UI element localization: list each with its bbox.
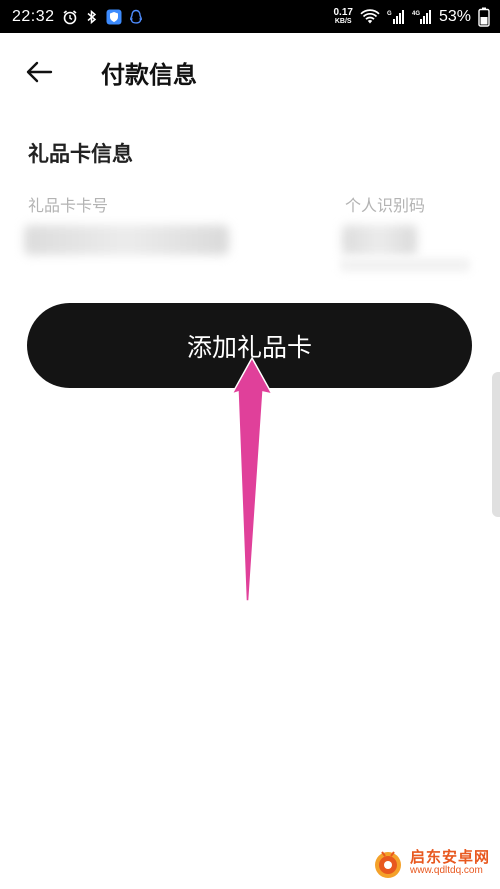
app-header: 付款信息 [0, 33, 500, 111]
side-scroll-handle[interactable] [492, 372, 500, 517]
qq-icon [129, 9, 143, 25]
network-speed-unit: KB/S [334, 17, 352, 25]
network-badge: 4G [412, 11, 420, 17]
pin-hint-blurred [340, 258, 470, 272]
wifi-icon [360, 8, 380, 25]
watermark-text: 启东安卓网 www.qdltdq.com [410, 850, 490, 878]
pin-label: 个人识别码 [345, 196, 426, 215]
add-gift-card-button[interactable]: 添加礼品卡 [27, 303, 472, 388]
watermark-name: 启东安卓网 [410, 848, 491, 866]
network-speed-value: 0.17 [333, 6, 353, 18]
status-bar: 22:32 0.17 KB/S G 4G 53% [0, 0, 500, 33]
bluetooth-icon [85, 9, 99, 25]
annotation-arrow-shape [230, 356, 274, 602]
status-time: 22:32 [12, 7, 55, 25]
svg-text:G: G [387, 11, 392, 17]
signal-4g-icon: 4G [412, 9, 432, 25]
network-speed: 0.17 KB/S [333, 6, 353, 26]
watermark-url: www.qdltdq.com [410, 865, 483, 876]
watermark: 启东安卓网 www.qdltdq.com [372, 848, 490, 880]
battery-icon [478, 7, 490, 27]
battery-percent: 53% [438, 7, 471, 25]
pin-value-blurred [342, 225, 417, 255]
alarm-icon [62, 9, 78, 25]
status-bar-right: 0.17 KB/S G 4G 53% [334, 7, 491, 27]
status-bar-left: 22:32 [12, 8, 143, 26]
back-arrow-icon [26, 61, 53, 83]
page-title: 付款信息 [101, 61, 197, 89]
card-number-label: 礼品卡卡号 [28, 196, 109, 215]
shield-app-icon [106, 9, 122, 25]
gift-card-section-title: 礼品卡信息 [28, 142, 133, 166]
card-number-value-blurred [24, 225, 229, 255]
annotation-arrow [230, 356, 274, 602]
watermark-logo-icon [375, 851, 401, 878]
back-button[interactable] [22, 57, 56, 87]
signal-icon: G [387, 9, 405, 25]
